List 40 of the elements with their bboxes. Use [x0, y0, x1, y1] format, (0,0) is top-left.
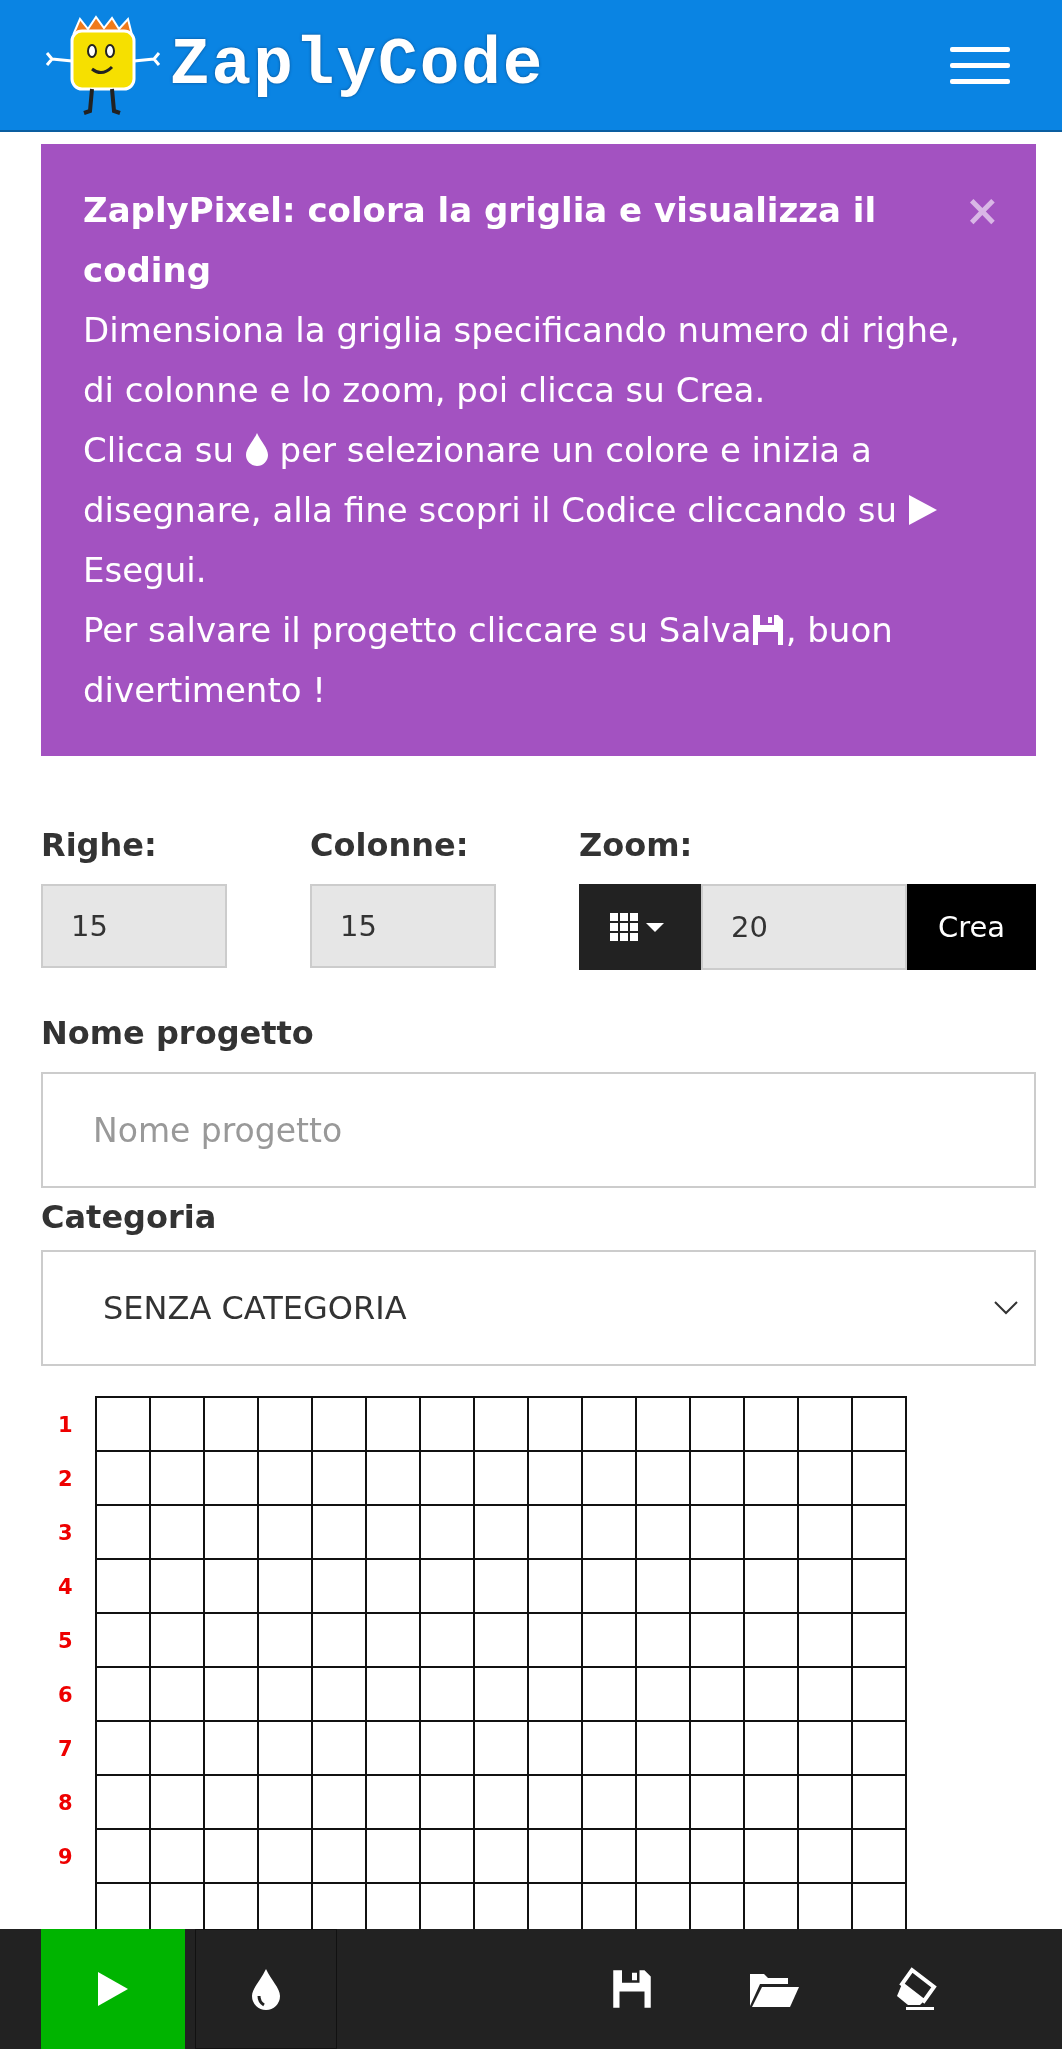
play-icon — [97, 1971, 129, 2007]
row-number: 8 — [58, 1790, 74, 1817]
zoom-dropdown-button[interactable] — [579, 884, 701, 970]
color-picker-button[interactable] — [195, 1929, 337, 2049]
info-text: Esegui. — [83, 550, 207, 590]
number-field[interactable]: 15 — [41, 884, 227, 968]
category-select[interactable]: SENZA CATEGORIA — [41, 1250, 1036, 1366]
field-label: Colonne: — [310, 826, 470, 864]
row-number: 6 — [58, 1682, 74, 1709]
field-label: Righe: — [41, 826, 158, 864]
info-text: , buon — [785, 610, 893, 650]
row-number: 5 — [58, 1628, 74, 1655]
row-number: 4 — [58, 1574, 74, 1601]
drop-icon — [251, 1968, 281, 2010]
menu-icon — [950, 45, 1010, 85]
number-field[interactable]: 15 — [310, 884, 496, 968]
row-number: 7 — [58, 1736, 74, 1763]
field-label: Zoom: — [579, 826, 694, 864]
info-text: disegnare, alla fine scopri il Codice cliccando su — [83, 490, 897, 530]
field-label: Nome progetto — [41, 1014, 315, 1052]
row-number: 1 — [58, 1412, 74, 1439]
info-text: Clicca su — [83, 430, 234, 470]
chevron-down-icon — [994, 1301, 1018, 1315]
logo-wordmark[interactable]: ZaplyCode — [170, 27, 545, 103]
play-icon — [907, 494, 938, 526]
row-number: 9 — [58, 1844, 74, 1871]
create-button[interactable]: Crea — [907, 884, 1036, 970]
row-number: 3 — [58, 1520, 74, 1547]
project-name-field[interactable]: Nome progetto — [41, 1072, 1036, 1188]
info-text: divertimento ! — [83, 670, 326, 710]
row-number: 2 — [58, 1466, 74, 1493]
run-button[interactable] — [41, 1929, 185, 2049]
info-text: per selezionare un colore e inizia a — [279, 430, 872, 470]
info-title: ZaplyPixel: colora la griglia e visualizza il coding — [83, 189, 878, 292]
info-text: Per salvare il progetto cliccare su Salva — [83, 610, 752, 650]
zoom-field[interactable]: 20 — [701, 884, 907, 970]
drop-icon — [244, 432, 269, 466]
info-text: Dimensiona la griglia specificando numero di righe, di colonne e lo zoom, poi clicca su Crea. — [83, 310, 960, 410]
field-label: Categoria — [41, 1198, 218, 1236]
eraser-icon — [894, 1967, 938, 2011]
